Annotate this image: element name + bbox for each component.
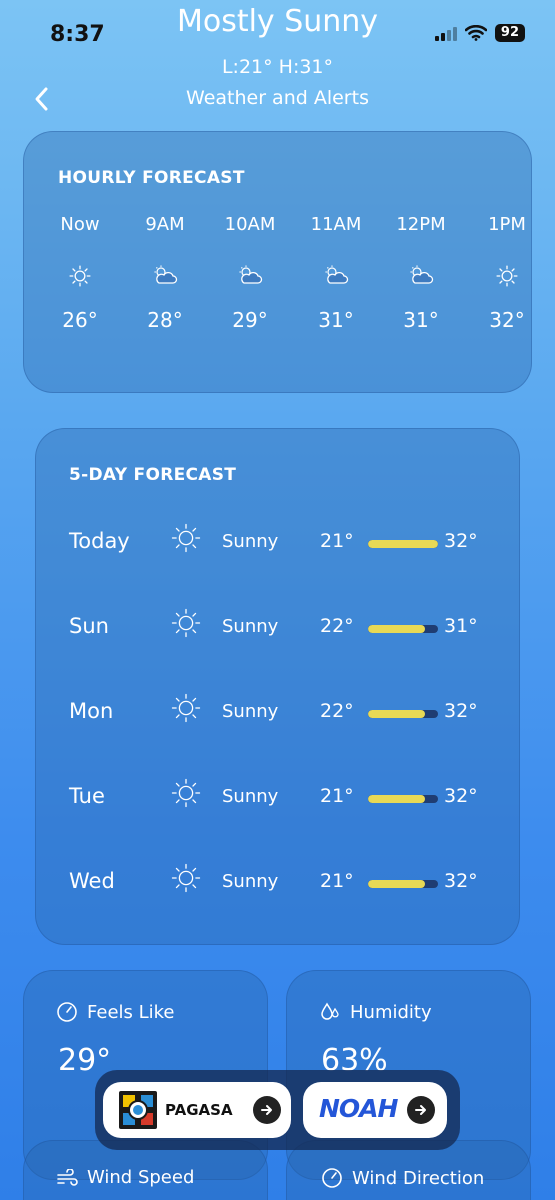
droplets-icon — [321, 1002, 339, 1020]
hourly-item: 9AM 28° — [125, 214, 205, 332]
daily-forecast-row: Today Sunny 21° 32° — [36, 521, 521, 561]
temp-range-bar — [368, 880, 438, 888]
hourly-time-label: 12PM — [396, 214, 446, 235]
daily-forecast-row: Tue Sunny 21° 32° — [36, 776, 521, 816]
condition-label: Sunny — [222, 786, 279, 807]
daily-forecast-row: Sun Sunny 22° 31° — [36, 606, 521, 646]
low-temp: 21° — [320, 870, 354, 892]
high-temp: 32° — [444, 785, 478, 807]
page-title: Mostly Sunny — [176, 4, 379, 39]
hourly-item: 10AM 29° — [210, 214, 290, 332]
condition-label: Sunny — [222, 616, 279, 637]
hourly-temp: 28° — [147, 308, 183, 332]
high-temp: 31° — [444, 615, 478, 637]
sun-icon — [171, 863, 201, 897]
day-label: Wed — [69, 869, 115, 893]
day-label: Mon — [69, 699, 114, 723]
partly-cloudy-icon — [296, 256, 376, 296]
high-temp: 32° — [444, 530, 478, 552]
arrow-right-icon — [407, 1096, 435, 1124]
chevron-left-icon — [35, 87, 48, 111]
page-subtitle: Weather and Alerts — [186, 87, 369, 109]
condition-label: Sunny — [222, 701, 279, 722]
low-temp: 21° — [320, 530, 354, 552]
hourly-time-label: 10AM — [224, 214, 276, 235]
hourly-item: 11AM 31° — [296, 214, 376, 332]
partly-cloudy-icon — [210, 256, 290, 296]
hourly-forecast-card: HOURLY FORECAST Now 26° 9AM 28° 10AM 29° 11A… — [23, 131, 532, 393]
pagasa-logo-icon — [119, 1091, 157, 1129]
hourly-temp: 31° — [318, 308, 354, 332]
daily-forecast-row: Mon Sunny 22° 32° — [36, 691, 521, 731]
partly-cloudy-icon — [125, 256, 205, 296]
temp-range-bar — [368, 795, 438, 803]
daily-forecast-title: 5-DAY FORECAST — [69, 465, 237, 485]
hourly-temp: 29° — [232, 308, 268, 332]
noah-logo: NOAH — [319, 1094, 398, 1123]
low-temp: 22° — [320, 615, 354, 637]
hourly-item: 12PM 31° — [381, 214, 461, 332]
sun-icon — [171, 608, 201, 642]
wind-speed-label: Wind Speed — [87, 1167, 195, 1188]
wind-icon — [57, 1168, 78, 1186]
sun-icon — [171, 778, 201, 812]
feels-like-value: 29° — [58, 1043, 112, 1078]
hourly-time-label: 11AM — [310, 214, 362, 235]
humidity-label: Humidity — [350, 1001, 432, 1023]
hourly-item: Now 26° — [40, 214, 120, 332]
daily-forecast-row: Wed Sunny 21° 32° — [36, 861, 521, 901]
external-links-bar: PAGASA NOAH — [95, 1070, 460, 1150]
hourly-time-label: Now — [60, 214, 100, 235]
noah-link-button[interactable]: NOAH — [303, 1082, 447, 1138]
day-label: Today — [69, 529, 130, 553]
condition-label: Sunny — [222, 871, 279, 892]
hourly-temp: 31° — [403, 308, 439, 332]
gauge-icon — [57, 1002, 77, 1022]
sun-icon — [171, 693, 201, 727]
arrow-right-icon — [253, 1096, 281, 1124]
partly-cloudy-icon — [381, 256, 461, 296]
day-label: Sun — [69, 614, 109, 638]
hourly-time-label: 1PM — [488, 214, 526, 235]
temp-range-bar — [368, 710, 438, 718]
low-temp: 21° — [320, 785, 354, 807]
feels-like-label: Feels Like — [87, 1001, 175, 1023]
back-button[interactable] — [30, 84, 54, 114]
low-high-temps: L:21° H:31° — [221, 56, 334, 78]
temp-range-bar — [368, 540, 438, 548]
daily-forecast-card: 5-DAY FORECAST Today Sunny 21° 32° Sun S… — [35, 428, 520, 945]
temp-range-bar — [368, 625, 438, 633]
hourly-time-label: 9AM — [145, 214, 185, 235]
hourly-item: 1PM 32° — [467, 214, 547, 332]
hourly-temp: 26° — [62, 308, 98, 332]
gauge-icon — [322, 1168, 342, 1188]
hourly-temp: 32° — [489, 308, 525, 332]
sun-icon — [171, 523, 201, 557]
high-temp: 32° — [444, 870, 478, 892]
wind-direction-label: Wind Direction — [352, 1167, 485, 1189]
hourly-forecast-title: HOURLY FORECAST — [58, 168, 245, 188]
condition-label: Sunny — [222, 531, 279, 552]
pagasa-label: PAGASA — [165, 1101, 233, 1119]
sun-icon — [467, 256, 547, 296]
day-label: Tue — [69, 784, 105, 808]
pagasa-link-button[interactable]: PAGASA — [103, 1082, 291, 1138]
low-temp: 22° — [320, 700, 354, 722]
sun-icon — [40, 256, 120, 296]
high-temp: 32° — [444, 700, 478, 722]
